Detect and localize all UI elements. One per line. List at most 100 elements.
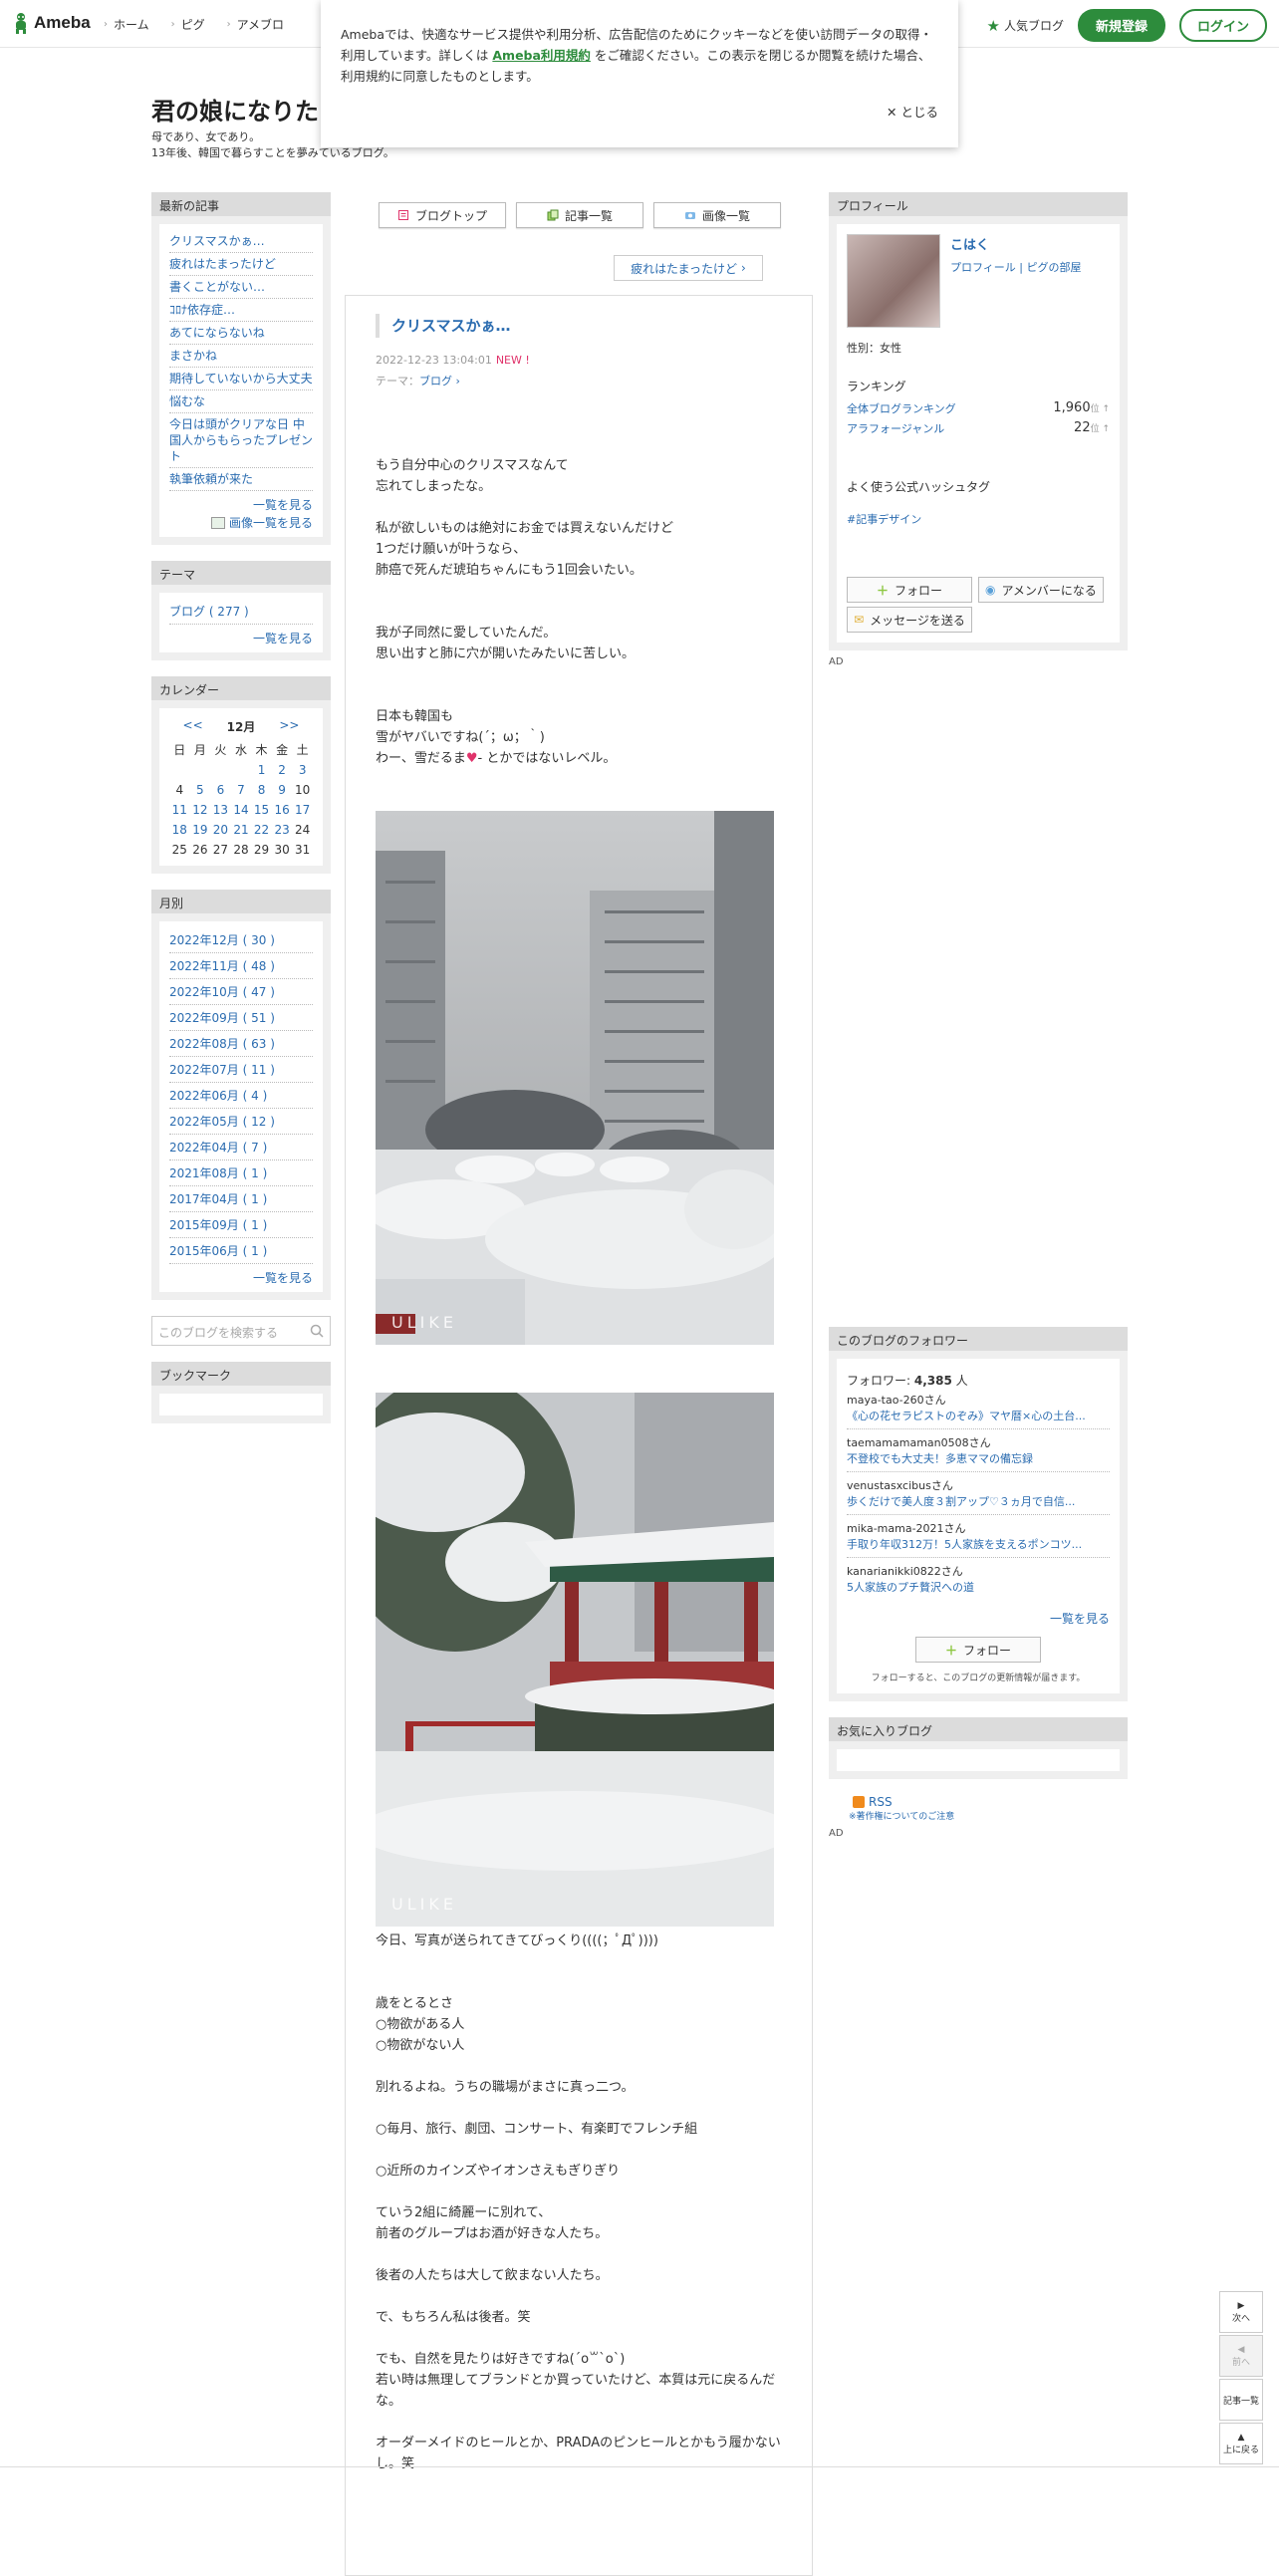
avatar[interactable] xyxy=(847,234,940,328)
follower-user[interactable]: venustasxcibusさん xyxy=(847,1477,1110,1493)
calendar-day-link[interactable]: 21 xyxy=(231,820,252,840)
amember-button[interactable]: ◉ アメンバーになる xyxy=(978,577,1104,603)
ameba-logo[interactable]: Ameba xyxy=(12,12,91,34)
latest-article-link[interactable]: 書くことがない… xyxy=(169,276,313,299)
back-to-top-button[interactable]: ▲ 上に戻る xyxy=(1219,2423,1263,2464)
tab-blog-top[interactable]: ブログトップ xyxy=(379,202,506,228)
followers-more-link[interactable]: 一覧を見る xyxy=(847,1605,1110,1627)
calendar-day-link[interactable]: 22 xyxy=(251,820,272,840)
profile-name[interactable]: こはく xyxy=(950,234,1081,253)
ranking-link[interactable]: アラフォージャンル xyxy=(847,420,944,436)
blog-title[interactable]: 君の娘になりた xyxy=(151,92,319,127)
calendar-day-link[interactable]: 18 xyxy=(169,820,190,840)
month-link[interactable]: 2022年10月 ( 47 ) xyxy=(169,979,313,1005)
article-list-button[interactable]: 記事一覧 xyxy=(1219,2379,1263,2421)
tab-article-list[interactable]: 記事一覧 xyxy=(516,202,643,228)
calendar-day-link[interactable]: 19 xyxy=(190,820,211,840)
month-link[interactable]: 2022年07月 ( 11 ) xyxy=(169,1057,313,1083)
follower-user[interactable]: kanarianikki0822さん xyxy=(847,1563,1110,1579)
theme-link[interactable]: ブログ › xyxy=(419,375,460,387)
month-link[interactable]: 2022年06月 ( 4 ) xyxy=(169,1083,313,1109)
follower-user[interactable]: maya-tao-260さん xyxy=(847,1392,1110,1408)
calendar-day-link[interactable]: 5 xyxy=(190,780,211,800)
entry-photo-snowy-pavilion[interactable]: ULIKE xyxy=(376,1393,774,1927)
follower-blog-link[interactable]: 不登校でも大丈夫！多恵ママの備忘録 xyxy=(847,1450,1110,1472)
month-link[interactable]: 2015年09月 ( 1 ) xyxy=(169,1212,313,1238)
latest-article-link[interactable]: 悩むな xyxy=(169,390,313,413)
latest-article-link[interactable]: あてにならないね xyxy=(169,322,313,345)
ranking-link[interactable]: 全体ブログランキング xyxy=(847,400,956,416)
calendar-day-link[interactable]: 13 xyxy=(210,800,231,820)
calendar-day-link[interactable]: 23 xyxy=(272,820,293,840)
calendar-day-link[interactable]: 8 xyxy=(251,780,272,800)
month-link[interactable]: 2022年08月 ( 63 ) xyxy=(169,1031,313,1057)
calendar-day-link[interactable]: 20 xyxy=(210,820,231,840)
month-link[interactable]: 2015年06月 ( 1 ) xyxy=(169,1238,313,1264)
calendar-next-button[interactable]: >> xyxy=(279,718,299,735)
copyright-notice-link[interactable]: ※著作権についてのご注意 xyxy=(829,1809,1128,1822)
latest-more-link[interactable]: 一覧を見る xyxy=(169,491,313,513)
image-list-link[interactable]: 画像一覧を見る xyxy=(169,513,313,531)
follower-user[interactable]: taemamamaman0508さん xyxy=(847,1434,1110,1450)
terms-link[interactable]: Ameba利用規約 xyxy=(492,48,591,63)
latest-article-link[interactable]: 執筆依頼が来た xyxy=(169,468,313,491)
nav-ameblo[interactable]: › アメブロ xyxy=(227,16,284,33)
calendar-day-link[interactable]: 1 xyxy=(251,760,272,780)
nav-pigg[interactable]: › ピグ xyxy=(171,16,205,33)
month-link[interactable]: 2022年12月 ( 30 ) xyxy=(169,927,313,953)
profile-link[interactable]: プロフィール xyxy=(950,261,1016,274)
cookie-close-button[interactable]: ✕ とじる xyxy=(887,102,938,123)
follower-blog-link[interactable]: 歩くだけで美人度３割アップ♡３ヵ月で自信... xyxy=(847,1493,1110,1515)
prev-entry-button[interactable]: ◀ 前へ xyxy=(1219,2335,1263,2377)
month-link[interactable]: 2022年04月 ( 7 ) xyxy=(169,1135,313,1160)
nav-home[interactable]: › ホーム xyxy=(104,16,149,33)
month-more-link[interactable]: 一覧を見る xyxy=(169,1264,313,1286)
calendar-prev-button[interactable]: << xyxy=(183,718,203,735)
blog-search-input[interactable]: このブログを検索する xyxy=(151,1316,331,1346)
theme-more-link[interactable]: 一覧を見る xyxy=(169,625,313,646)
calendar-day-link[interactable]: 6 xyxy=(210,780,231,800)
calendar-day-link[interactable]: 2 xyxy=(272,760,293,780)
calendar-day-link[interactable]: 11 xyxy=(169,800,190,820)
weekday-label: 日 xyxy=(173,743,186,757)
calendar-day-link[interactable]: 17 xyxy=(292,800,313,820)
follower-user[interactable]: mika-mama-2021さん xyxy=(847,1520,1110,1536)
next-entry-button[interactable]: ▶ 次へ xyxy=(1219,2291,1263,2333)
month-link[interactable]: 2017年04月 ( 1 ) xyxy=(169,1186,313,1212)
entry-photo-snowy-apartments[interactable]: ULIKE xyxy=(376,811,774,1345)
search-icon[interactable] xyxy=(310,1324,324,1338)
follower-blog-link[interactable]: 5人家族のプチ贅沢への道 xyxy=(847,1579,1110,1600)
follow-button[interactable]: ＋フォロー xyxy=(847,577,972,603)
month-link[interactable]: 2021年08月 ( 1 ) xyxy=(169,1160,313,1186)
calendar-day-link[interactable]: 3 xyxy=(292,760,313,780)
calendar-day-link[interactable]: 16 xyxy=(272,800,293,820)
entry-title[interactable]: クリスマスかぁ… xyxy=(376,314,511,338)
month-link[interactable]: 2022年11月 ( 48 ) xyxy=(169,953,313,979)
follower-blog-link[interactable]: 手取り年収312万！5人家族を支えるポンコツ... xyxy=(847,1536,1110,1558)
hashtag-link[interactable]: #記事デザイン xyxy=(847,511,1110,527)
popular-blog-link[interactable]: ★ 人気ブログ xyxy=(987,17,1064,35)
latest-article-link[interactable]: クリスマスかぁ… xyxy=(169,230,313,253)
month-link[interactable]: 2022年09月 ( 51 ) xyxy=(169,1005,313,1031)
next-article-button[interactable]: 疲れはたまったけど › xyxy=(614,255,763,281)
tab-image-list[interactable]: 画像一覧 xyxy=(653,202,781,228)
calendar-day-link[interactable]: 12 xyxy=(190,800,211,820)
calendar-day-link[interactable]: 9 xyxy=(272,780,293,800)
latest-article-link[interactable]: 疲れはたまったけど xyxy=(169,253,313,276)
calendar-day-link[interactable]: 15 xyxy=(251,800,272,820)
follower-blog-link[interactable]: 《心の花セラピストのぞみ》マヤ暦×心の土台... xyxy=(847,1408,1110,1429)
latest-article-link[interactable]: 今日は頭がクリアな日 中国人からもらったプレゼント xyxy=(169,413,313,468)
register-button[interactable]: 新規登録 xyxy=(1077,9,1165,42)
rss-link[interactable]: RSS xyxy=(829,1795,1128,1809)
latest-article-link[interactable]: まさかね xyxy=(169,345,313,368)
latest-article-link[interactable]: 期待していないから大丈夫 xyxy=(169,368,313,390)
theme-link[interactable]: ブログ ( 277 ) xyxy=(169,599,313,625)
message-button[interactable]: ✉ メッセージを送る xyxy=(847,607,972,633)
calendar-day-link[interactable]: 14 xyxy=(231,800,252,820)
pigg-room-link[interactable]: ピグの部屋 xyxy=(1026,261,1081,274)
calendar-day-link[interactable]: 7 xyxy=(231,780,252,800)
latest-article-link[interactable]: ｺﾛﾅ依存症… xyxy=(169,299,313,322)
month-link[interactable]: 2022年05月 ( 12 ) xyxy=(169,1109,313,1135)
follow-button-secondary[interactable]: ＋フォロー xyxy=(915,1637,1041,1663)
login-button[interactable]: ログイン xyxy=(1178,9,1267,42)
